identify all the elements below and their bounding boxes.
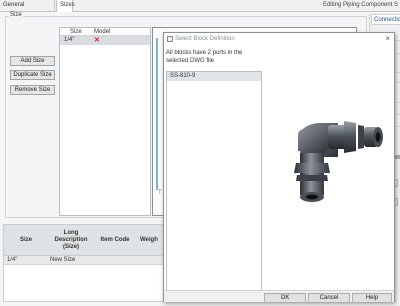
elbow-fitting-image bbox=[268, 101, 388, 211]
dialog-message: All blocks have 2 ports in the selected … bbox=[166, 50, 243, 64]
preview-accent-line bbox=[156, 38, 158, 190]
list-item[interactable]: SS-810-9 bbox=[167, 72, 261, 81]
size-column-header[interactable]: Size bbox=[6, 225, 46, 256]
tab-bar: General Properties Sizes Editing Piping … bbox=[0, 0, 400, 19]
long-description-column-header[interactable]: Long Description (Size) bbox=[49, 225, 93, 256]
dialog-footer: OK Cancel Help bbox=[164, 290, 394, 303]
size-cell: 1/4" bbox=[64, 37, 75, 43]
app-icon bbox=[167, 36, 173, 42]
tab-general-properties[interactable]: General Properties bbox=[0, 0, 55, 19]
add-size-button[interactable]: Add Size bbox=[10, 56, 55, 66]
model-column-header[interactable]: Model bbox=[94, 28, 110, 36]
size-details-table[interactable]: Size Long Description (Size) Item Code W… bbox=[3, 224, 165, 302]
size-group-label: Size bbox=[9, 12, 23, 18]
duplicate-size-button[interactable]: Duplicate Size bbox=[10, 70, 55, 80]
preview-mark: T bbox=[158, 190, 162, 196]
remove-size-button[interactable]: Remove Size bbox=[10, 85, 55, 95]
size-cell: 1/4" bbox=[7, 257, 18, 263]
size-column-header[interactable]: Size bbox=[70, 28, 82, 36]
missing-model-icon: ✕ bbox=[94, 37, 100, 44]
sizes-list-header: Size Model bbox=[60, 28, 150, 36]
weight-column-header[interactable]: Weigh bbox=[140, 225, 164, 256]
long-description-cell[interactable]: New Size bbox=[50, 256, 75, 265]
item-code-column-header[interactable]: Item Code bbox=[94, 225, 136, 256]
size-details-header: Size Long Description (Size) Item Code W… bbox=[4, 225, 164, 256]
tab-connections[interactable]: Connectio bbox=[371, 14, 400, 25]
select-block-definition-dialog: Select Block Definition × All blocks hav… bbox=[163, 32, 395, 303]
block-list[interactable]: SS-810-9 bbox=[166, 71, 262, 291]
cancel-button[interactable]: Cancel bbox=[308, 293, 350, 303]
window-title: Editing Piping Component S bbox=[322, 2, 398, 8]
dialog-title: Select Block Definition bbox=[175, 36, 235, 42]
dialog-titlebar[interactable]: Select Block Definition × bbox=[164, 33, 394, 45]
table-row[interactable]: 1/4" New Size bbox=[4, 256, 164, 265]
close-icon[interactable]: × bbox=[385, 33, 390, 45]
help-button[interactable]: Help bbox=[352, 293, 392, 303]
table-row[interactable]: 1/4" ✕ bbox=[60, 36, 150, 45]
ok-button[interactable]: OK bbox=[264, 293, 306, 303]
sizes-list[interactable]: Size Model 1/4" ✕ bbox=[59, 27, 151, 216]
